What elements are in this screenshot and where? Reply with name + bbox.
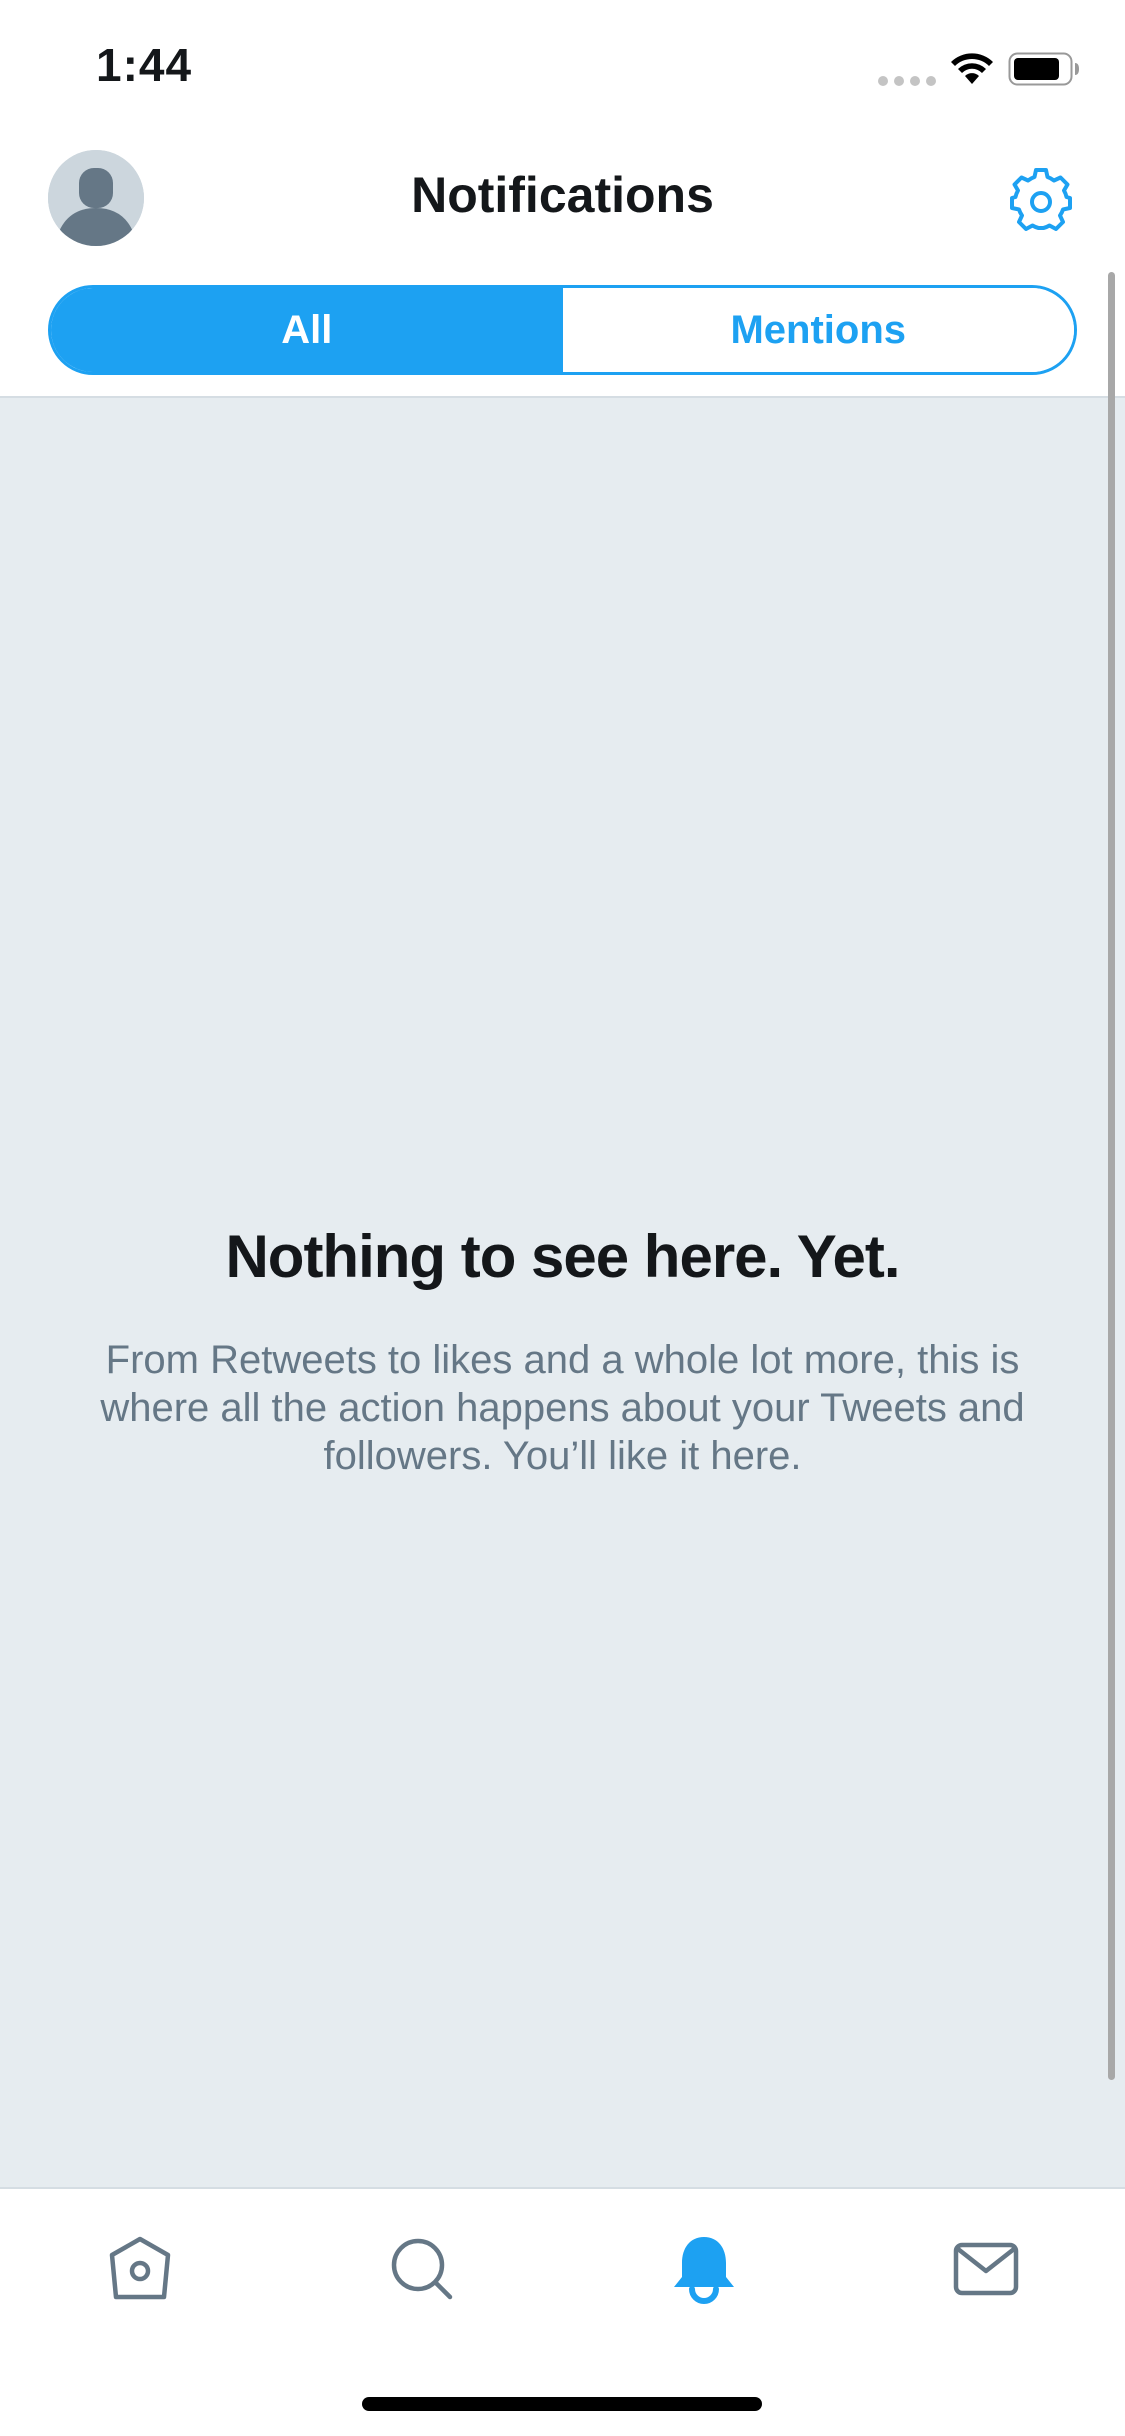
gear-icon[interactable] bbox=[1008, 166, 1074, 232]
empty-state-title: Nothing to see here. Yet. bbox=[225, 1223, 900, 1290]
notifications-filter-tabs: All Mentions bbox=[48, 285, 1077, 375]
tab-notifications[interactable] bbox=[668, 2233, 740, 2305]
search-icon bbox=[391, 2238, 453, 2300]
tab-bar bbox=[0, 2187, 1125, 2436]
tab-messages[interactable] bbox=[950, 2233, 1022, 2305]
status-bar: 1:44 bbox=[0, 0, 1125, 132]
cellular-signal-icon bbox=[878, 76, 936, 86]
page-title: Notifications bbox=[411, 167, 714, 223]
scrollbar[interactable] bbox=[1108, 272, 1115, 2080]
home-icon bbox=[109, 2236, 171, 2300]
status-time: 1:44 bbox=[96, 39, 193, 91]
battery-icon bbox=[1008, 52, 1079, 86]
notifications-list[interactable]: Nothing to see here. Yet. From Retweets … bbox=[0, 396, 1125, 2187]
mail-icon bbox=[953, 2242, 1019, 2296]
notifications-screen: 1:44 Notifications All Mentions Nothing … bbox=[0, 0, 1125, 2436]
home-indicator bbox=[362, 2397, 762, 2411]
wifi-icon bbox=[951, 53, 993, 84]
tab-search[interactable] bbox=[386, 2233, 458, 2305]
tab-all[interactable]: All bbox=[51, 288, 563, 372]
bell-icon bbox=[674, 2237, 734, 2304]
tab-home[interactable] bbox=[104, 2233, 176, 2305]
tab-mentions[interactable]: Mentions bbox=[562, 288, 1074, 372]
empty-state-description: From Retweets to likes and a whole lot m… bbox=[100, 1338, 1025, 1478]
header: Notifications bbox=[0, 132, 1125, 268]
